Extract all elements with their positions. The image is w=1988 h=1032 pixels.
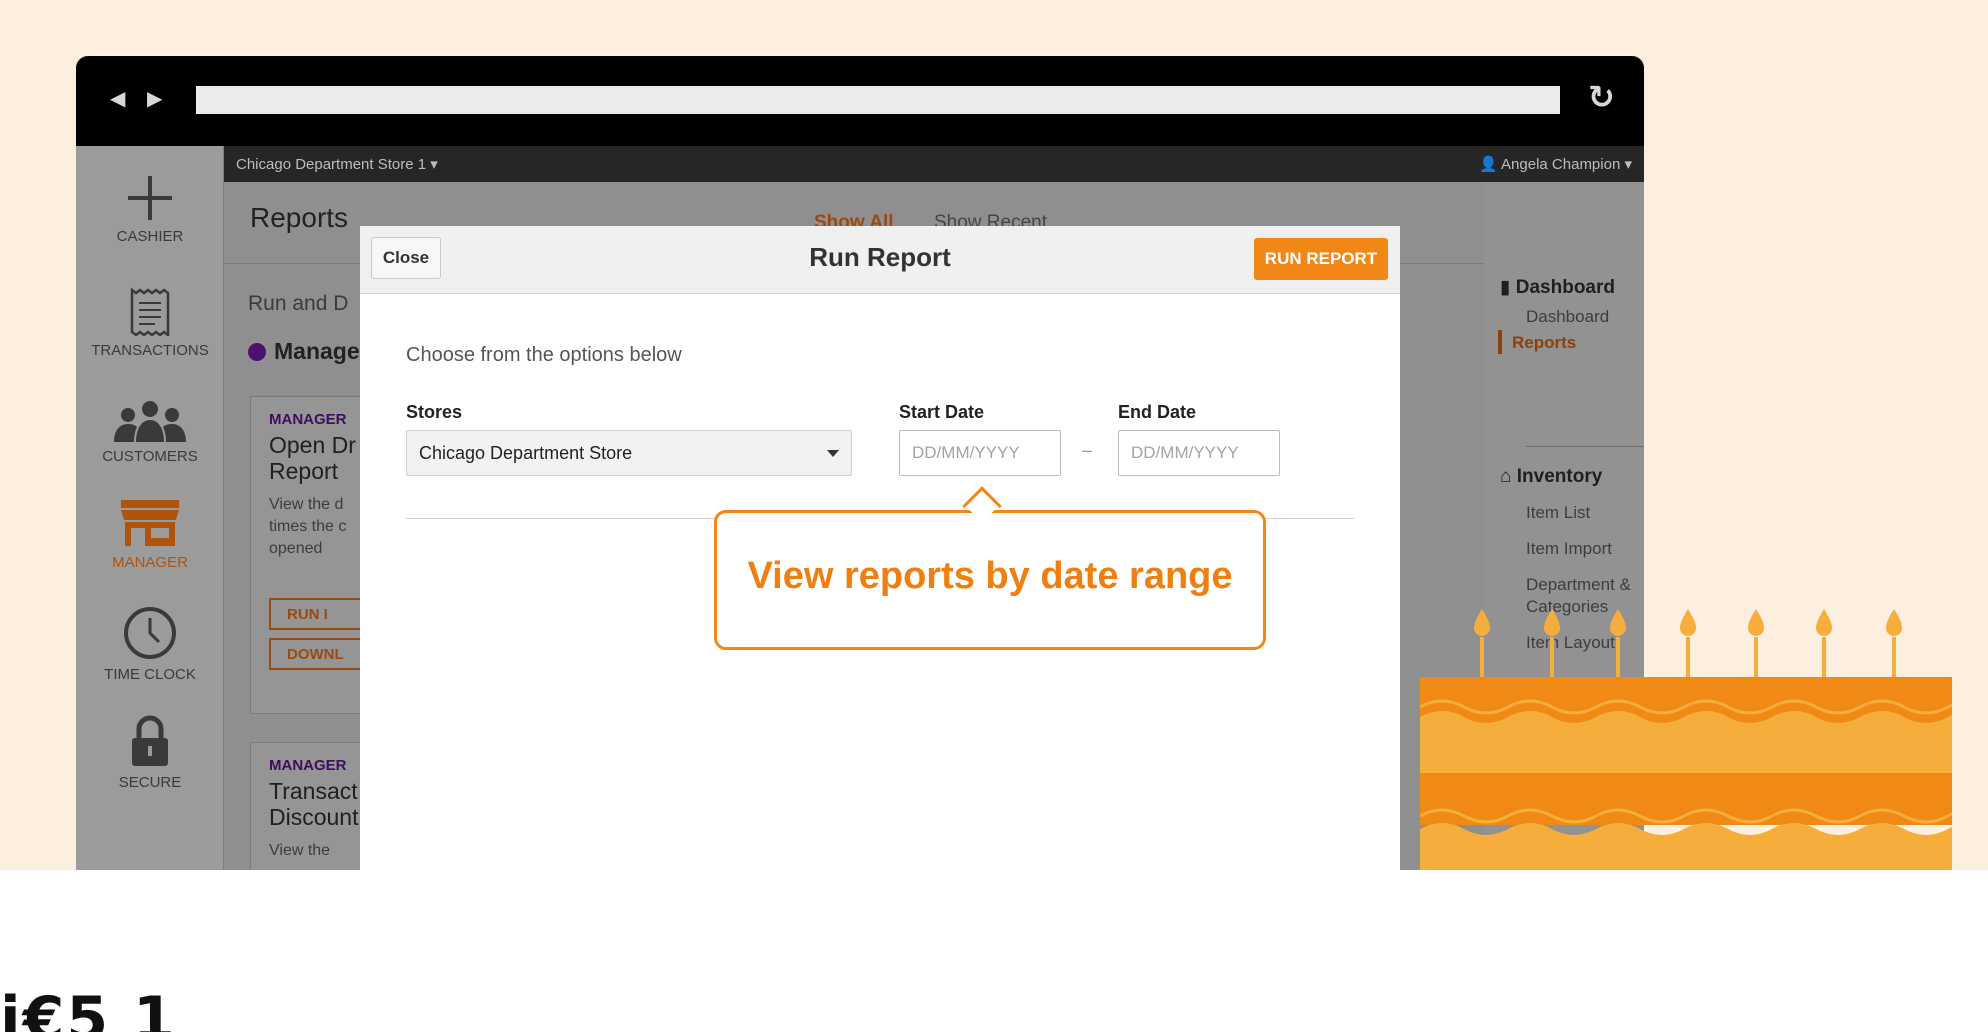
browser-nav-arrows[interactable]: ◀ ▶ xyxy=(110,86,170,111)
end-date-label: End Date xyxy=(1118,402,1197,422)
caret-down-icon xyxy=(827,450,839,457)
store-switcher-label: Chicago Department Store 1 xyxy=(236,156,427,173)
side-heading-inventory-label: Inventory xyxy=(1516,466,1603,487)
section-heading-label: Manage xyxy=(274,338,360,364)
lock-icon xyxy=(132,715,168,766)
side-link-item-import[interactable]: Item Import xyxy=(1526,538,1612,560)
address-bar[interactable] xyxy=(196,86,1560,114)
page-title: Reports xyxy=(250,202,349,233)
home-icon: ⌂ xyxy=(1500,466,1512,487)
modal-header: Close Run Report RUN REPORT xyxy=(360,226,1400,294)
nav-secure[interactable]: SECURE xyxy=(76,714,224,791)
store-icon xyxy=(121,500,179,546)
nav-secure-label: SECURE xyxy=(118,774,182,791)
stores-select-value: Chicago Department Store xyxy=(419,443,633,463)
run-report-button[interactable]: RUN REPORT xyxy=(1254,238,1388,280)
section-dot xyxy=(248,343,266,361)
nav-cashier[interactable]: CASHIER xyxy=(76,174,224,245)
user-icon: 👤 xyxy=(1479,156,1498,173)
reload-icon[interactable]: ↻ xyxy=(1588,78,1615,116)
side-link-dashboard[interactable]: Dashboard xyxy=(1526,306,1609,328)
end-date-input[interactable] xyxy=(1118,430,1280,476)
side-link-item-list[interactable]: Item List xyxy=(1526,502,1590,524)
section-heading: Manage xyxy=(248,338,360,365)
stores-label: Stores xyxy=(406,402,463,422)
side-divider xyxy=(1526,446,1644,447)
user-menu-label: Angela Champion xyxy=(1501,156,1621,173)
side-link-reports[interactable]: Reports xyxy=(1512,332,1576,354)
bar-chart-icon: ▮ xyxy=(1500,277,1511,298)
date-range-separator: – xyxy=(1082,440,1093,460)
nav-manager-label: MANAGER xyxy=(112,554,188,571)
side-heading-dashboard-label: Dashboard xyxy=(1515,277,1615,298)
partial-footer-text: i€5 1 xyxy=(0,984,177,1032)
receipt-icon xyxy=(130,287,170,336)
side-heading-dashboard[interactable]: ▮ Dashboard xyxy=(1500,276,1615,299)
stores-select[interactable]: Chicago Department Store xyxy=(406,430,852,476)
left-nav: CASHIER TRANSACTIONS CUSTOMERS MANAGER T… xyxy=(76,146,224,870)
chevron-down-icon: ▾ xyxy=(430,156,438,173)
birthday-cake-illustration xyxy=(1420,609,1952,870)
plus-icon xyxy=(128,176,172,220)
nav-time-clock-label: TIME CLOCK xyxy=(104,666,196,683)
start-date-label: Start Date xyxy=(899,402,985,422)
modal-title: Run Report xyxy=(809,242,951,272)
store-switcher[interactable]: Chicago Department Store 1 ▾ xyxy=(236,155,438,173)
hero-banner: ◀ ▶ ↻ CASHIER TRANSACTIONS CUSTOMERS MAN… xyxy=(0,0,1988,870)
chevron-down-icon: ▾ xyxy=(1624,156,1632,173)
side-heading-inventory[interactable]: ⌂ Inventory xyxy=(1500,466,1602,488)
modal-intro: Choose from the options below xyxy=(406,344,682,366)
callout-bubble: View reports by date range xyxy=(714,510,1266,650)
nav-manager[interactable]: MANAGER xyxy=(76,498,224,571)
user-menu[interactable]: 👤 Angela Champion ▾ xyxy=(1479,155,1632,173)
nav-customers-label: CUSTOMERS xyxy=(102,448,198,465)
active-indicator xyxy=(1498,330,1502,354)
page-subtitle: Run and D xyxy=(248,292,349,315)
nav-transactions-label: TRANSACTIONS xyxy=(91,342,209,359)
nav-customers[interactable]: CUSTOMERS xyxy=(76,400,224,465)
nav-cashier-label: CASHIER xyxy=(116,228,184,245)
side-link-departments-line: Department & xyxy=(1526,575,1631,594)
start-date-input[interactable] xyxy=(899,430,1061,476)
people-icon xyxy=(114,401,186,442)
clock-icon xyxy=(124,607,176,659)
nav-time-clock[interactable]: TIME CLOCK xyxy=(76,606,224,683)
nav-transactions[interactable]: TRANSACTIONS xyxy=(76,286,224,359)
app-top-bar: Chicago Department Store 1 ▾ 👤 Angela Ch… xyxy=(224,146,1644,182)
